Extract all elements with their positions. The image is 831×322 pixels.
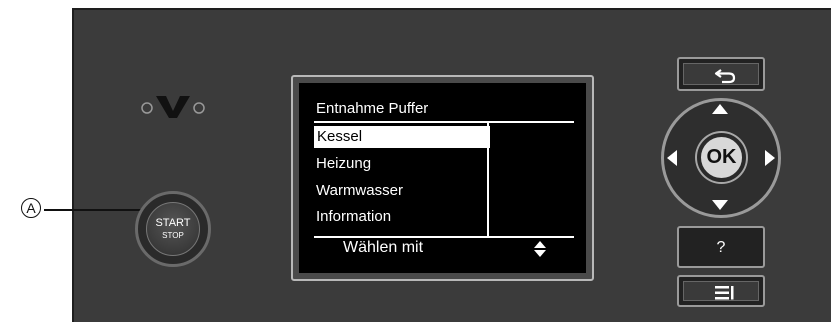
menu-button-face — [683, 281, 759, 301]
menu-item-kessel[interactable]: Kessel — [314, 126, 490, 148]
display-footer: Wählen mit — [343, 239, 424, 256]
back-arrow-icon — [714, 69, 736, 84]
start-stop-button[interactable]: START STOP — [135, 191, 211, 267]
arrow-up-icon[interactable] — [712, 104, 728, 114]
back-button[interactable] — [677, 57, 765, 91]
callout-label: A — [21, 198, 41, 218]
footer-divider — [314, 236, 574, 238]
up-down-arrows-icon — [534, 241, 546, 257]
start-stop-face: START STOP — [146, 202, 200, 256]
ok-button[interactable]: OK — [697, 133, 746, 182]
menu-lines-icon — [715, 286, 734, 300]
arrow-left-icon[interactable] — [667, 150, 677, 166]
menu-item-information[interactable]: Information — [316, 206, 391, 228]
viessmann-v-logo-icon — [141, 96, 205, 118]
callout-line — [44, 209, 152, 211]
menu-button[interactable] — [677, 275, 765, 307]
display-screen: Entnahme Puffer Kessel Heizung Warmwasse… — [299, 83, 586, 273]
display-title: Entnahme Puffer — [316, 100, 429, 117]
display-frame: Entnahme Puffer Kessel Heizung Warmwasse… — [291, 75, 594, 281]
back-button-face — [683, 63, 759, 85]
arrow-right-icon[interactable] — [765, 150, 775, 166]
arrow-down-icon[interactable] — [712, 200, 728, 210]
menu-item-heizung[interactable]: Heizung — [316, 153, 371, 175]
help-button[interactable]: ? — [677, 226, 765, 268]
stop-label: STOP — [162, 231, 184, 240]
start-label: START — [155, 217, 191, 229]
menu-item-warmwasser[interactable]: Warmwasser — [316, 180, 403, 202]
title-divider — [314, 121, 574, 123]
